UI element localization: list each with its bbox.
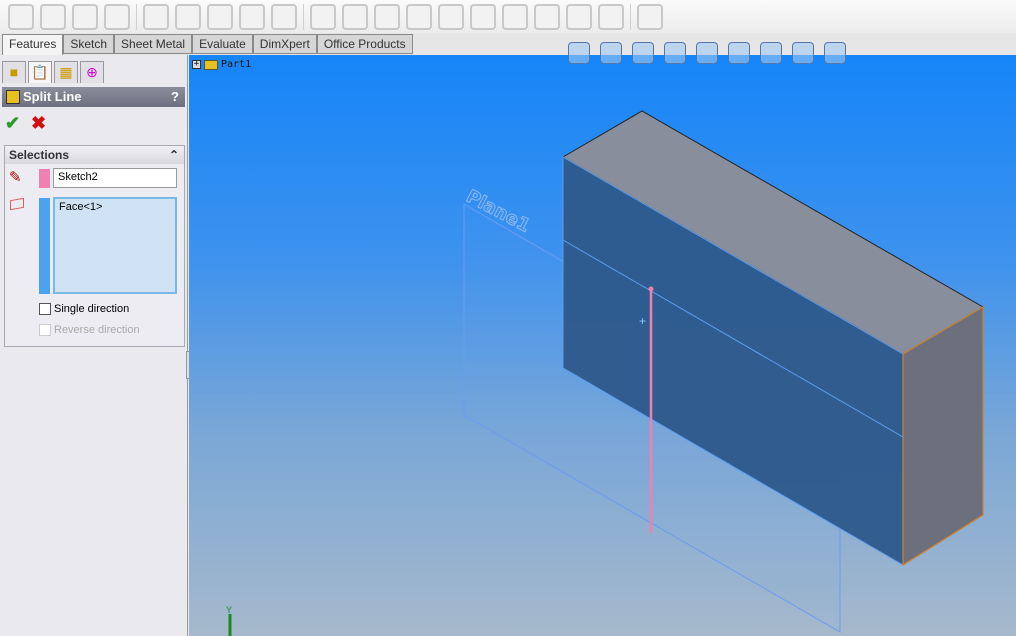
origin-marker: + (639, 314, 646, 328)
axis-y-label: Y (226, 605, 232, 615)
model-scene: Plane1 + Y (226, 110, 984, 636)
sketch-endpoint (648, 286, 654, 292)
